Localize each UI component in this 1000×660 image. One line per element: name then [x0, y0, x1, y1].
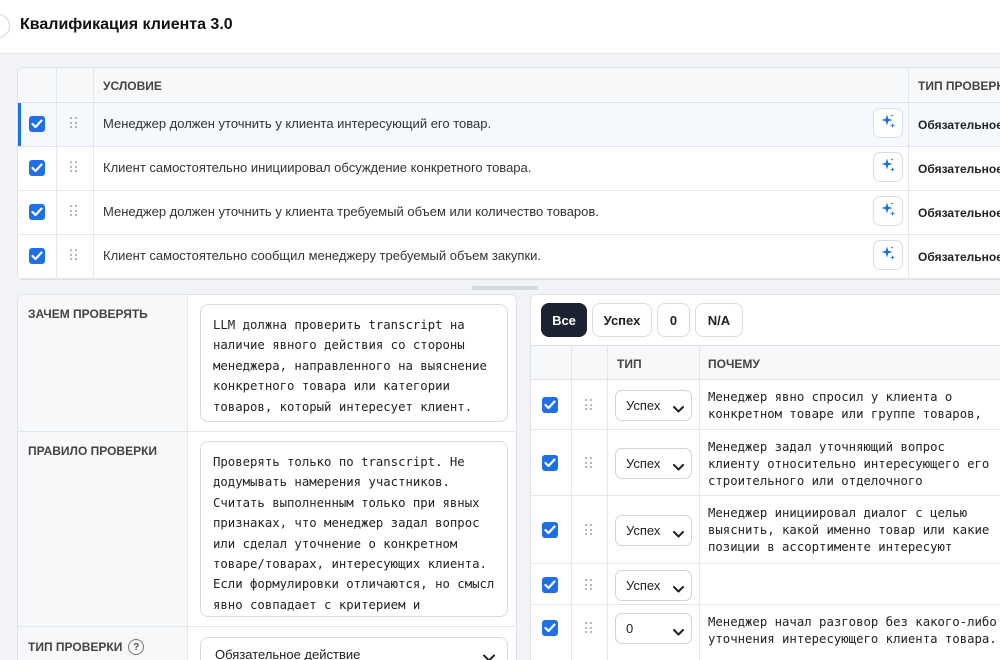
- help-icon[interactable]: ?: [128, 639, 145, 655]
- chevron-down-icon: [673, 624, 684, 639]
- check-rule-label: ПРАВИЛО ПРОВЕРКИ: [28, 444, 158, 458]
- selected-row-indicator: [18, 103, 21, 146]
- result-reason: Менеджер начал разговор без какого-либо …: [708, 615, 997, 646]
- result-row[interactable]: Успех Менеджер инициировал диалог с целью…: [531, 496, 1000, 564]
- condition-row[interactable]: Клиент самостоятельно инициировал обсужд…: [18, 147, 1000, 191]
- result-reason: Менеджер явно спросил у клиента о конкре…: [708, 390, 982, 421]
- checkbox-icon[interactable]: [29, 248, 45, 264]
- condition-row[interactable]: Менеджер должен уточнить у клиента требу…: [18, 191, 1000, 235]
- checkbox-icon[interactable]: [542, 522, 558, 538]
- result-row[interactable]: Успех Менеджер задал уточняющий вопрос кл…: [531, 430, 1000, 496]
- checkbox-icon[interactable]: [542, 577, 558, 593]
- check-rule-textarea[interactable]: Проверять только по transcript. Не додум…: [200, 441, 508, 617]
- check-type-label: ТИП ПРОВЕРКИ: [28, 640, 123, 654]
- result-type-select[interactable]: Успех: [615, 515, 692, 546]
- checkbox-icon[interactable]: [29, 160, 45, 176]
- ai-assist-button[interactable]: [873, 240, 903, 270]
- chevron-down-icon: [483, 650, 495, 660]
- condition-check-type: Обязательное действие: [918, 206, 1000, 220]
- results-header: ТИП ПОЧЕМУ: [531, 345, 1000, 380]
- filter-button[interactable]: N/A: [695, 303, 743, 337]
- filter-button[interactable]: Все: [541, 303, 587, 337]
- column-header-condition[interactable]: УСЛОВИЕ: [103, 79, 162, 93]
- drag-handle-icon[interactable]: [70, 205, 78, 217]
- sparkle-icon: [880, 113, 896, 134]
- result-filters: Все Успех 0 N/A: [541, 303, 743, 337]
- filter-button[interactable]: Успех: [592, 303, 652, 337]
- drag-handle-icon[interactable]: [585, 579, 593, 591]
- conditions-header: УСЛОВИЕ ТИП ПРОВЕРКИ: [18, 68, 1000, 103]
- ai-assist-button[interactable]: [873, 196, 903, 226]
- conditions-table: УСЛОВИЕ ТИП ПРОВЕРКИ Менеджер должен уто…: [17, 67, 1000, 280]
- check-rule-row: ПРАВИЛО ПРОВЕРКИ Проверять только по tra…: [18, 432, 516, 627]
- check-type-select[interactable]: Обязательное действие: [200, 637, 508, 660]
- condition-check-type: Обязательное действие: [918, 250, 1000, 264]
- results-panel: Все Успех 0 N/A ТИП ПОЧЕМУ Успех Менеджер яв…: [530, 294, 1000, 660]
- condition-text: Клиент самостоятельно сообщил менеджеру …: [103, 248, 542, 263]
- ai-assist-button[interactable]: [873, 152, 903, 182]
- result-row[interactable]: Успех: [531, 564, 1000, 605]
- drag-handle-icon[interactable]: [70, 249, 78, 261]
- result-type-value: Успех: [626, 578, 661, 593]
- why-check-row: ЗАЧЕМ ПРОВЕРЯТЬ LLM должна проверить tra…: [18, 295, 516, 432]
- result-type-value: 0: [626, 621, 634, 636]
- check-type-value: Обязательное действие: [215, 647, 361, 660]
- check-type-row: ТИП ПРОВЕРКИ ? Обязательное действие: [18, 627, 516, 660]
- result-reason: Менеджер инициировал диалог с целью выяс…: [708, 506, 990, 554]
- condition-row[interactable]: Клиент самостоятельно сообщил менеджеру …: [18, 235, 1000, 279]
- ai-assist-button[interactable]: [873, 108, 903, 138]
- checkbox-icon[interactable]: [29, 116, 45, 132]
- checkbox-icon[interactable]: [542, 620, 558, 636]
- result-type-value: Успех: [626, 398, 661, 413]
- result-row[interactable]: Успех Менеджер явно спросил у клиента о к…: [531, 380, 1000, 430]
- top-bar: Квалификация клиента 3.0: [0, 0, 1000, 54]
- column-header-type[interactable]: ТИП: [617, 357, 642, 371]
- panel-resize-handle[interactable]: [472, 286, 538, 290]
- result-row[interactable]: 0 Менеджер начал разговор без какого-либо…: [531, 605, 1000, 660]
- condition-row[interactable]: Менеджер должен уточнить у клиента интер…: [18, 103, 1000, 147]
- back-button[interactable]: [0, 14, 10, 38]
- result-type-value: Успех: [626, 456, 661, 471]
- result-type-value: Успех: [626, 523, 661, 538]
- drag-handle-icon[interactable]: [585, 622, 593, 634]
- condition-text: Менеджер должен уточнить у клиента требу…: [103, 204, 599, 219]
- column-header-why[interactable]: ПОЧЕМУ: [708, 357, 760, 371]
- checkbox-icon[interactable]: [542, 455, 558, 471]
- sparkle-icon: [880, 157, 896, 178]
- condition-check-type: Обязательное действие: [918, 162, 1000, 176]
- chevron-down-icon: [673, 401, 684, 416]
- drag-handle-icon[interactable]: [70, 161, 78, 173]
- why-check-label: ЗАЧЕМ ПРОВЕРЯТЬ: [28, 307, 148, 321]
- result-type-select[interactable]: Успех: [615, 390, 692, 421]
- condition-details: ЗАЧЕМ ПРОВЕРЯТЬ LLM должна проверить tra…: [17, 294, 517, 660]
- drag-handle-icon[interactable]: [70, 117, 78, 129]
- checkbox-icon[interactable]: [29, 204, 45, 220]
- chevron-down-icon: [673, 526, 684, 541]
- filter-button[interactable]: 0: [657, 303, 690, 337]
- condition-text: Клиент самостоятельно инициировал обсужд…: [103, 160, 532, 175]
- chevron-down-icon: [673, 581, 684, 596]
- result-reason: Менеджер задал уточняющий вопрос клиенту…: [708, 440, 990, 488]
- condition-text: Менеджер должен уточнить у клиента интер…: [103, 116, 492, 131]
- drag-handle-icon[interactable]: [585, 524, 593, 536]
- result-type-select[interactable]: Успех: [615, 570, 692, 601]
- checkbox-icon[interactable]: [542, 397, 558, 413]
- page-title: Квалификация клиента 3.0: [20, 16, 233, 33]
- why-check-textarea[interactable]: LLM должна проверить transcript на налич…: [200, 304, 508, 422]
- drag-handle-icon[interactable]: [585, 457, 593, 469]
- column-header-check-type[interactable]: ТИП ПРОВЕРКИ: [918, 79, 1000, 93]
- sparkle-icon: [880, 201, 896, 222]
- drag-handle-icon[interactable]: [585, 399, 593, 411]
- condition-check-type: Обязательное действие: [918, 118, 1000, 132]
- result-type-select[interactable]: 0: [615, 613, 692, 644]
- result-type-select[interactable]: Успех: [615, 448, 692, 479]
- sparkle-icon: [880, 245, 896, 266]
- chevron-down-icon: [673, 459, 684, 474]
